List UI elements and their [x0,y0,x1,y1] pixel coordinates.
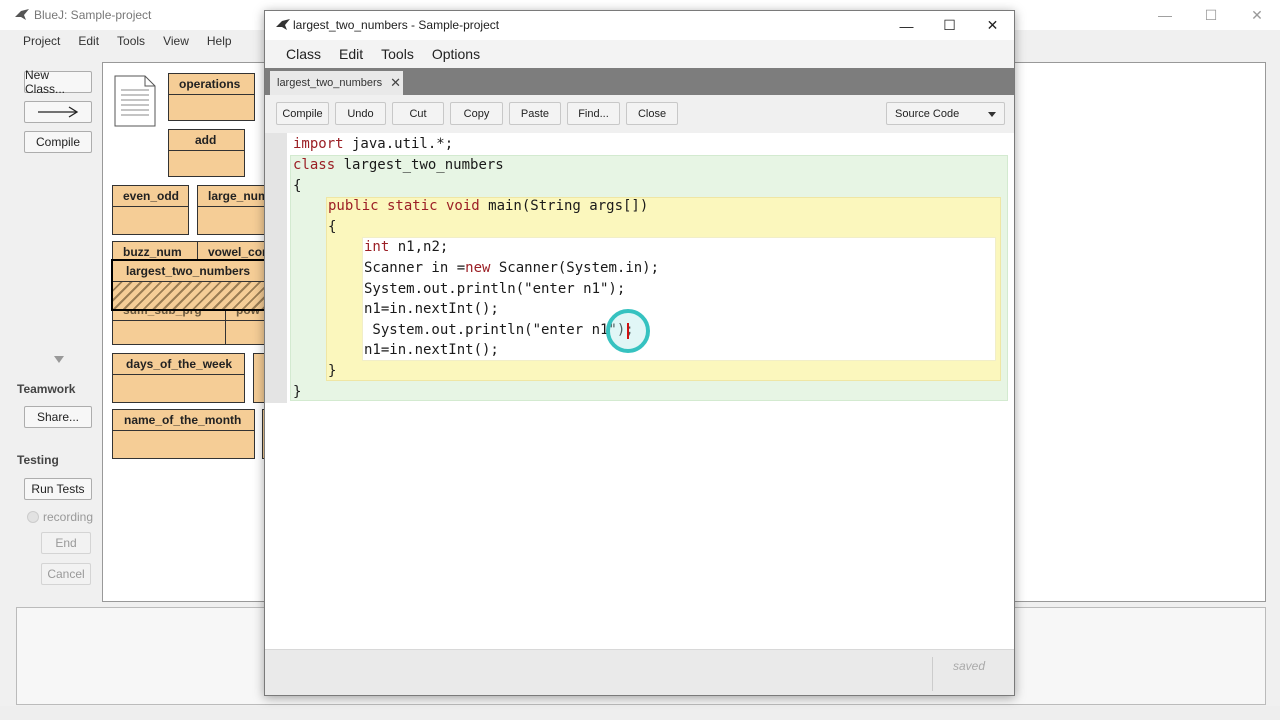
run-tests-button[interactable]: Run Tests [24,478,92,500]
close-button[interactable]: Close [626,102,678,125]
code-line[interactable]: class largest_two_numbers [293,155,504,175]
compile-button[interactable]: Compile [276,102,329,125]
code-line[interactable]: { [328,217,336,237]
bluej-bird-icon [15,9,29,20]
class-name: even_odd [113,186,188,207]
copy-button[interactable]: Copy [450,102,503,125]
collapse-triangle-icon[interactable] [54,356,64,363]
menu-class[interactable]: Class [277,40,330,68]
arrow-right-icon [38,106,79,118]
project-side-panel: New Class... Compile Teamwork Share... T… [14,64,102,604]
class-name: add [169,130,244,151]
tab-largest-two-numbers[interactable]: largest_two_numbers ✕ [270,71,403,95]
code-line[interactable]: } [293,382,301,402]
class-name: days_of_the_week [113,354,244,375]
find-button[interactable]: Find... [567,102,620,125]
main-close-button[interactable]: ✕ [1234,0,1280,30]
code-line[interactable]: { [293,176,301,196]
class-box[interactable]: add [168,129,245,177]
class-box[interactable]: even_odd [112,185,189,235]
tab-close-icon[interactable]: ✕ [390,75,401,91]
readme-document-icon[interactable] [114,75,156,127]
text-caret [627,323,629,339]
editor-close-button[interactable]: ✕ [971,11,1014,40]
undo-button[interactable]: Undo [335,102,386,125]
menu-edit[interactable]: Edit [69,30,108,52]
new-class-button[interactable]: New Class... [24,68,92,96]
code-line[interactable]: public static void main(String args[]) [328,196,648,216]
main-status-strip [0,706,1280,720]
uncompiled-hatch [113,282,264,309]
editor-toolbar: Compile Undo Cut Copy Paste Find... Clos… [265,95,1014,133]
code-line[interactable]: import java.util.*; [293,134,453,154]
menu-tools[interactable]: Tools [108,30,154,52]
editor-menu-bar: Class Edit Tools Options [265,40,1014,68]
class-box[interactable]: operations [168,73,255,121]
menu-help[interactable]: Help [198,30,241,52]
testing-heading: Testing [17,453,59,467]
class-box[interactable]: days_of_the_week [112,353,245,403]
class-name: name_of_the_month [113,410,254,431]
code-line[interactable]: Scanner in =new Scanner(System.in); [364,258,659,278]
recording-indicator: recording [27,510,93,524]
dropdown-caret-icon [988,112,996,117]
teamwork-heading: Teamwork [17,382,76,396]
share-button[interactable]: Share... [24,406,92,428]
code-line[interactable]: int n1,n2; [364,237,448,257]
recording-label: recording [43,510,94,524]
menu-project[interactable]: Project [14,30,69,52]
code-line[interactable]: n1=in.nextInt(); [364,340,499,360]
editor-window: largest_two_numbers - Sample-project — ☐… [264,10,1015,696]
main-window-title: BlueJ: Sample-project [34,8,152,22]
tab-label: largest_two_numbers [277,77,383,89]
code-line[interactable]: n1=in.nextInt(); [364,299,499,319]
code-editor[interactable]: import java.util.*; class largest_two_nu… [265,133,1014,649]
new-arrow-button[interactable] [24,101,92,123]
compile-project-button[interactable]: Compile [24,131,92,153]
saved-status-label: saved [932,657,1012,691]
view-mode-value: Source Code [895,107,960,120]
recording-dot-icon [27,511,39,523]
class-name: operations [169,74,254,95]
menu-view[interactable]: View [154,30,198,52]
menu-edit[interactable]: Edit [330,40,372,68]
editor-status-bar [265,649,1014,695]
editor-window-title: largest_two_numbers - Sample-project [293,18,500,32]
main-window-controls: — ☐ ✕ [1142,0,1280,30]
view-mode-select[interactable]: Source Code [886,102,1005,125]
code-line[interactable]: } [328,361,336,381]
class-box[interactable]: name_of_the_month [112,409,255,459]
cut-button[interactable]: Cut [392,102,444,125]
editor-maximize-button[interactable]: ☐ [928,11,971,40]
editor-tab-bar: largest_two_numbers ✕ [265,68,1014,95]
main-maximize-button[interactable]: ☐ [1188,0,1234,30]
code-line[interactable]: System.out.println("enter n1"); [364,320,633,340]
editor-window-controls: — ☐ ✕ [885,11,1014,40]
end-button[interactable]: End [41,532,91,554]
line-gutter[interactable] [265,133,287,403]
editor-minimize-button[interactable]: — [885,11,928,40]
main-minimize-button[interactable]: — [1142,0,1188,30]
cancel-button[interactable]: Cancel [41,563,91,585]
paste-button[interactable]: Paste [509,102,561,125]
bluej-bird-icon [276,19,290,30]
class-box-selected[interactable]: largest_two_numbers [111,259,266,311]
menu-options[interactable]: Options [423,40,489,68]
menu-tools[interactable]: Tools [372,40,423,68]
class-name: largest_two_numbers [113,261,264,282]
code-line[interactable]: System.out.println("enter n1"); [364,279,625,299]
editor-title-bar: largest_two_numbers - Sample-project — ☐… [265,11,1014,40]
